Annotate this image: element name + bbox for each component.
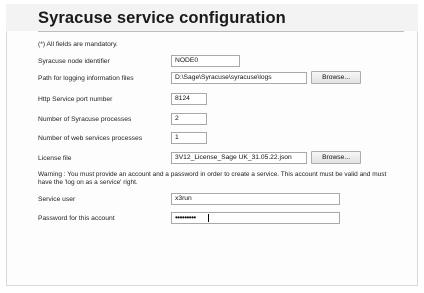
- license-file-label: License file: [38, 155, 72, 162]
- service-account-warning: Warning : You must provide an account an…: [38, 171, 387, 187]
- http-port-label: Http Service port number: [38, 96, 113, 103]
- logging-path-label: Path for logging information files: [38, 75, 134, 82]
- web-services-processes-label: Number of web services processes: [38, 135, 143, 142]
- license-file-browse-button[interactable]: Browse...: [311, 151, 361, 164]
- node-identifier-label: Syracuse node identifier: [38, 58, 110, 65]
- service-user-field[interactable]: x3run: [171, 193, 340, 205]
- service-password-field[interactable]: •••••••••: [171, 212, 340, 224]
- syracuse-processes-field[interactable]: 2: [171, 113, 207, 125]
- http-port-field[interactable]: 8124: [171, 93, 207, 105]
- node-identifier-field[interactable]: NODE0: [171, 55, 240, 67]
- mandatory-note: (*) All fields are mandatory.: [38, 41, 118, 48]
- license-file-field[interactable]: 3V12_License_Sage UK_31.05.22.json: [171, 152, 307, 164]
- syracuse-processes-label: Number of Syracuse processes: [38, 116, 132, 123]
- service-password-label: Password for this account: [38, 215, 115, 222]
- web-services-processes-field[interactable]: 1: [171, 132, 207, 144]
- service-user-label: Service user: [38, 196, 76, 203]
- text-cursor: [208, 214, 209, 222]
- title-divider: [38, 31, 404, 32]
- logging-path-field[interactable]: D:\Sage\Syracuse\syracuse\logs: [171, 72, 307, 84]
- logging-path-browse-button[interactable]: Browse...: [311, 71, 361, 84]
- page-title: Syracuse service configuration: [38, 9, 286, 27]
